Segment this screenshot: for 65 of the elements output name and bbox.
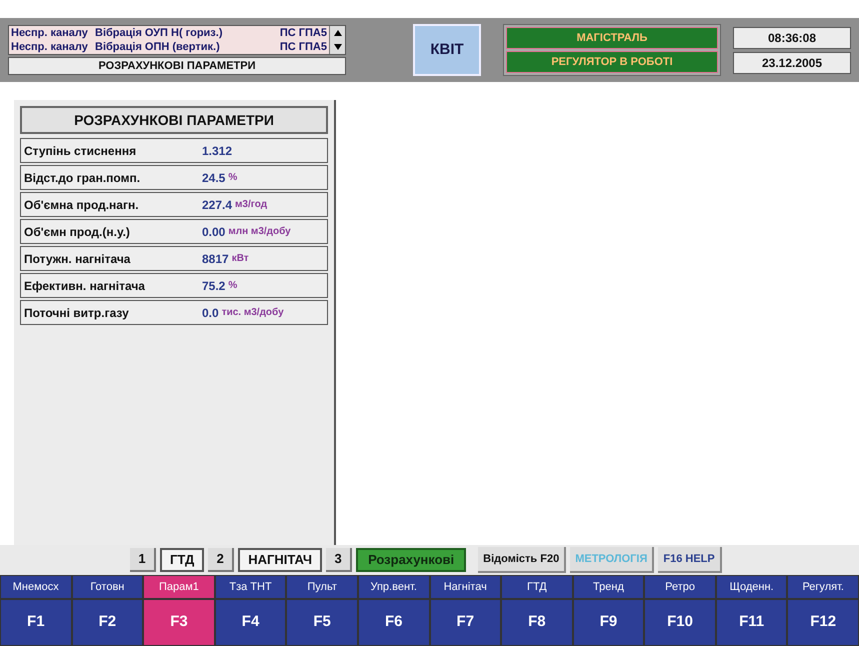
parameter-label: Об'ємна прод.нагн.: [24, 196, 140, 214]
status-indicator: МАГІСТРАЛЬ: [506, 27, 718, 49]
function-key[interactable]: F4: [216, 600, 286, 645]
alarm-message: Вібрація ОУП Н( гориз.): [95, 26, 224, 40]
status-indicator: РЕГУЛЯТОР В РОБОТІ: [506, 51, 718, 73]
alarm-message: Вібрація ОПН (вертик.): [95, 40, 221, 54]
time-display: 08:36:08: [733, 26, 851, 48]
function-key[interactable]: F12: [788, 600, 858, 645]
function-label[interactable]: Ретро: [645, 576, 715, 598]
nav-link[interactable]: F16 HELP: [658, 547, 722, 573]
parameter-value: 0.0: [202, 304, 219, 322]
screen-title: РОЗРАХУНКОВІ ПАРАМЕТРИ: [8, 57, 346, 75]
alarm-unit: ПС ГПА5: [279, 26, 327, 40]
function-label[interactable]: ГТД: [502, 576, 572, 598]
page-tab[interactable]: НАГНІТАЧ: [238, 548, 322, 572]
function-label[interactable]: Нагнітач: [430, 576, 500, 598]
alarm-source: Неспр. каналу: [11, 40, 89, 54]
parameter-label: Потужн. нагнітача: [24, 250, 132, 268]
panel-title: РОЗРАХУНКОВІ ПАРАМЕТРИ: [20, 106, 328, 134]
alarm-source: Неспр. каналу: [11, 26, 89, 40]
page-tab[interactable]: Розрахункові: [356, 548, 466, 572]
nav-link[interactable]: Відомість F20: [478, 547, 566, 573]
function-label[interactable]: Мнемосх: [1, 576, 71, 598]
function-key[interactable]: F3: [144, 600, 214, 645]
parameter-label: Поточні витр.газу: [24, 304, 130, 322]
function-key[interactable]: F5: [287, 600, 357, 645]
parameter-value: 8817: [202, 250, 229, 268]
parameter-value: 0.00: [202, 224, 226, 240]
parameter-unit: %: [228, 171, 238, 185]
function-key[interactable]: F11: [716, 600, 786, 645]
parameter-label: Ступінь стиснення: [24, 142, 138, 160]
function-label[interactable]: Упр.вент.: [358, 576, 428, 598]
parameter-value: 1.312: [202, 142, 232, 160]
parameter-unit: млн м3/добу: [228, 225, 291, 239]
alarm-unit: ПС ГПА5: [279, 40, 327, 54]
parameter-unit: %: [228, 279, 238, 293]
function-key[interactable]: F2: [72, 600, 142, 645]
function-label[interactable]: Тренд: [574, 576, 644, 598]
parameter-unit: м3/год: [235, 198, 268, 212]
function-label[interactable]: Готовн: [72, 576, 142, 598]
page-tab[interactable]: ГТД: [160, 548, 204, 572]
function-key[interactable]: F6: [358, 600, 428, 645]
function-key[interactable]: F8: [502, 600, 572, 645]
function-key[interactable]: F10: [645, 600, 715, 645]
parameter-value: 75.2: [202, 278, 226, 294]
function-key[interactable]: F9: [574, 600, 644, 645]
parameter-label: Відст.до гран.помп.: [24, 170, 142, 186]
parameter-label: Об'ємн прод.(н.у.): [24, 224, 131, 240]
parameter-unit: тис. м3/добу: [222, 306, 284, 320]
function-label[interactable]: Парам1: [144, 576, 214, 598]
date-display: 23.12.2005: [733, 52, 851, 74]
tab-number: 1: [130, 548, 156, 572]
acknowledge-button[interactable]: КВІТ: [413, 24, 481, 76]
function-label[interactable]: Регулят.: [788, 576, 858, 598]
function-label[interactable]: Пульт: [287, 576, 357, 598]
parameter-unit: кВт: [232, 252, 249, 266]
function-label[interactable]: Тза ТНТ: [216, 576, 286, 598]
tab-number: 2: [208, 548, 234, 572]
tab-number: 3: [326, 548, 352, 572]
parameter-label: Ефективн. нагнітача: [24, 278, 146, 294]
function-key[interactable]: F7: [430, 600, 500, 645]
function-label[interactable]: Щоденн.: [716, 576, 786, 598]
parameter-value: 227.4: [202, 196, 232, 214]
parameter-value: 24.5: [202, 170, 226, 186]
function-key[interactable]: F1: [1, 600, 71, 645]
